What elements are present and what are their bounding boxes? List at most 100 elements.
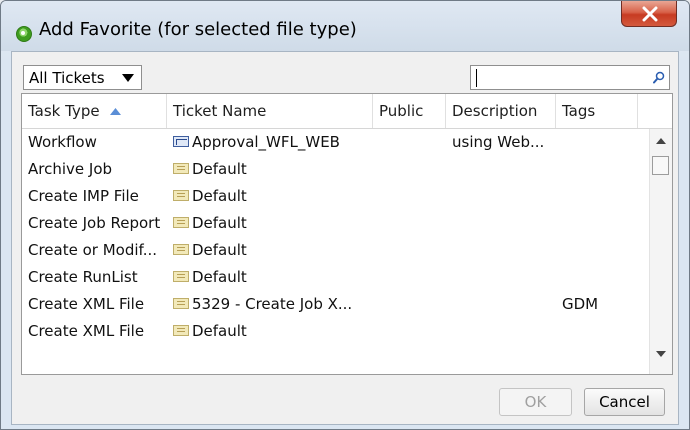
- cell-text: Default: [192, 160, 247, 178]
- cell-text: Default: [192, 322, 247, 340]
- column-header-task-type[interactable]: Task Type: [22, 94, 167, 128]
- tags-cell: GDM: [556, 291, 638, 318]
- table-row[interactable]: Create XML File 5329 - Create Job X... GDM: [22, 291, 642, 318]
- tags-cell: [556, 318, 638, 345]
- cell-text: Default: [192, 214, 247, 232]
- description-cell: using Web...: [446, 129, 556, 156]
- title-bar[interactable]: Add Favorite (for selected file type): [1, 1, 689, 51]
- close-icon: [642, 6, 658, 22]
- table-row[interactable]: Create Job Report Default: [22, 210, 642, 237]
- description-cell: [446, 291, 556, 318]
- public-cell: [373, 183, 446, 210]
- column-header-description[interactable]: Description: [446, 94, 556, 128]
- chevron-down-icon: [122, 74, 134, 82]
- ticket-icon: [173, 244, 189, 255]
- ticket-icon: [173, 298, 189, 309]
- description-cell: [446, 318, 556, 345]
- description-cell: [446, 264, 556, 291]
- table-row[interactable]: Create XML File Default: [22, 318, 642, 345]
- tags-cell: [556, 156, 638, 183]
- ticket-name-cell: Default: [167, 156, 373, 183]
- ticket-name-cell: Default: [167, 183, 373, 210]
- ticket-filter-dropdown[interactable]: All Tickets: [23, 65, 142, 90]
- task-type-cell: Create XML File: [22, 318, 167, 345]
- table-body: Workflow Approval_WFL_WEB using Web... Arch…: [22, 129, 642, 374]
- tags-cell: [556, 237, 638, 264]
- public-cell: [373, 318, 446, 345]
- tags-cell: [556, 183, 638, 210]
- column-header-ticket-name[interactable]: Ticket Name: [167, 94, 373, 128]
- filter-toolbar: All Tickets: [12, 52, 678, 92]
- public-cell: [373, 237, 446, 264]
- ticket-icon: [173, 217, 189, 228]
- task-type-cell: Create IMP File: [22, 183, 167, 210]
- ticket-icon: [173, 271, 189, 282]
- cell-text: Create or Modif...: [28, 241, 158, 259]
- description-cell: [446, 210, 556, 237]
- task-type-cell: Archive Job: [22, 156, 167, 183]
- task-type-cell: Create Job Report: [22, 210, 167, 237]
- table-row[interactable]: Create RunList Default: [22, 264, 642, 291]
- column-header-tags[interactable]: Tags: [556, 94, 638, 128]
- tags-cell: [556, 264, 638, 291]
- cell-text: Create Job Report: [28, 214, 161, 232]
- cell-text: Default: [192, 187, 247, 205]
- column-label: Tags: [562, 102, 596, 120]
- ticket-icon: [173, 163, 189, 174]
- public-cell: [373, 291, 446, 318]
- column-label: Task Type: [28, 102, 100, 120]
- cell-text: 5329 - Create Job X...: [192, 295, 353, 313]
- task-type-cell: Create RunList: [22, 264, 167, 291]
- table-row[interactable]: Workflow Approval_WFL_WEB using Web...: [22, 129, 642, 156]
- ticket-name-cell: Default: [167, 237, 373, 264]
- search-box[interactable]: [470, 65, 670, 90]
- task-type-cell: Workflow: [22, 129, 167, 156]
- description-cell: [446, 237, 556, 264]
- cell-text: Create XML File: [28, 322, 145, 340]
- table-row[interactable]: Create IMP File Default: [22, 183, 642, 210]
- ticket-icon: [173, 325, 189, 336]
- ticket-name-cell: Default: [167, 264, 373, 291]
- search-icon[interactable]: [653, 71, 665, 84]
- sort-ascending-icon: [110, 108, 122, 115]
- ticket-name-cell: 5329 - Create Job X...: [167, 291, 373, 318]
- cell-text: using Web...: [452, 133, 545, 151]
- cell-text: Create XML File: [28, 295, 145, 313]
- cell-text: Create RunList: [28, 268, 138, 286]
- cell-text: Default: [192, 241, 247, 259]
- scroll-down-icon[interactable]: [656, 351, 666, 357]
- vertical-scrollbar[interactable]: [649, 129, 672, 374]
- description-cell: [446, 156, 556, 183]
- table-row[interactable]: Archive Job Default: [22, 156, 642, 183]
- tags-cell: [556, 210, 638, 237]
- workflow-ticket-icon: [173, 136, 189, 147]
- column-label: Ticket Name: [173, 102, 267, 120]
- column-header-public[interactable]: Public: [373, 94, 446, 128]
- close-button[interactable]: [621, 1, 677, 27]
- cancel-button[interactable]: Cancel: [584, 388, 665, 416]
- table-header: Task Type Ticket Name Public Description…: [22, 94, 672, 129]
- cell-text: Archive Job: [28, 160, 113, 178]
- ok-button[interactable]: OK: [499, 388, 572, 416]
- scroll-up-icon[interactable]: [656, 138, 666, 144]
- app-icon: [16, 26, 32, 42]
- tags-cell: [556, 129, 638, 156]
- task-type-cell: Create XML File: [22, 291, 167, 318]
- ticket-name-cell: Approval_WFL_WEB: [167, 129, 373, 156]
- task-type-cell: Create or Modif...: [22, 237, 167, 264]
- cell-text: Workflow: [28, 133, 97, 151]
- cell-text: Default: [192, 268, 247, 286]
- ticket-table: Task Type Ticket Name Public Description…: [21, 93, 673, 375]
- dialog-title: Add Favorite (for selected file type): [39, 19, 357, 40]
- ticket-filter-value: All Tickets: [29, 69, 105, 87]
- description-cell: [446, 183, 556, 210]
- public-cell: [373, 129, 446, 156]
- ticket-name-cell: Default: [167, 210, 373, 237]
- public-cell: [373, 210, 446, 237]
- cell-text: GDM: [562, 295, 599, 313]
- scrollbar-thumb[interactable]: [652, 156, 669, 175]
- ticket-name-cell: Default: [167, 318, 373, 345]
- table-row[interactable]: Create or Modif... Default: [22, 237, 642, 264]
- search-input[interactable]: [473, 67, 647, 89]
- public-cell: [373, 156, 446, 183]
